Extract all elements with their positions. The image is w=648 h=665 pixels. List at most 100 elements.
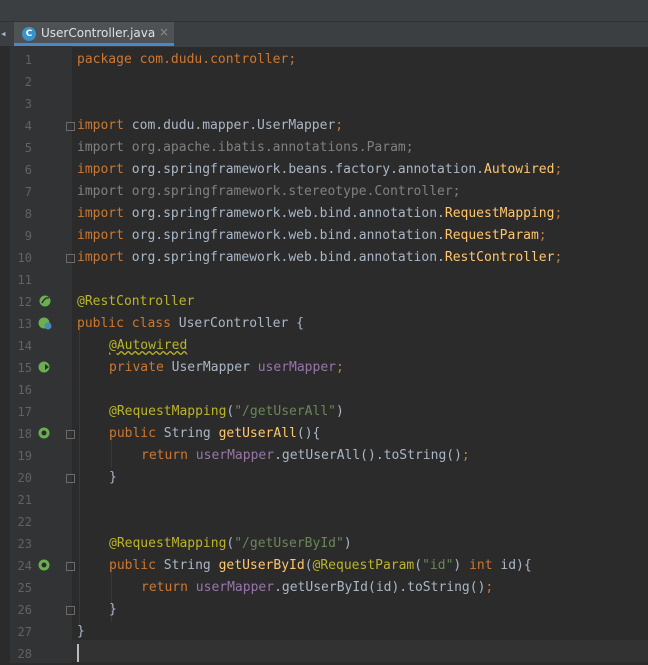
keyword: import <box>77 162 124 177</box>
paren: ) <box>453 558 470 573</box>
string-literal: "/getUserById" <box>234 536 344 551</box>
code-line-15: private UserMapper userMapper; <box>109 357 344 379</box>
line-number: 20 <box>17 471 32 485</box>
line-number: 24 <box>17 559 32 573</box>
line-number: 22 <box>17 515 32 529</box>
line-number: 2 <box>24 75 32 89</box>
code-line-12: @RestController <box>77 291 194 313</box>
unused-import: import org.springframework.stereotype.Co… <box>77 184 461 199</box>
keyword: public <box>109 558 156 573</box>
import-path: org.springframework.web.bind.annotation. <box>123 206 445 221</box>
editor-tab-bar: ◂ C UserController.java × <box>0 0 648 47</box>
code-line-19: return userMapper.getUserAll().toString(… <box>141 445 470 467</box>
class-declaration: UserController { <box>170 316 304 331</box>
code-line-5: import org.apache.ibatis.annotations.Par… <box>77 137 414 159</box>
annotation: @RequestMapping <box>109 536 227 551</box>
keyword: private <box>109 360 164 375</box>
java-class-icon: C <box>22 27 36 41</box>
fold-marker-icon[interactable] <box>66 474 75 483</box>
line-number: 12 <box>17 295 32 309</box>
paren: ( <box>304 558 313 573</box>
semicolon: ; <box>538 228 547 243</box>
close-tab-icon[interactable]: × <box>159 25 169 39</box>
keyword: int <box>469 558 493 573</box>
code-editor[interactable]: 1 2 3 4 5 6 7 8 9 10 11 12 13 14 15 16 1… <box>0 46 648 663</box>
import-path: org.springframework.web.bind.annotation. <box>123 228 445 243</box>
paren: ( <box>414 558 423 573</box>
keyword: public class <box>77 316 171 331</box>
semicolon: ; <box>335 118 344 133</box>
import-class: RequestMapping <box>444 206 555 221</box>
code-line-9: import org.springframework.web.bind.anno… <box>77 225 547 247</box>
line-number: 27 <box>17 625 32 639</box>
spring-bean-icon[interactable] <box>37 316 53 330</box>
code-line-20: } <box>109 467 117 489</box>
line-number: 23 <box>17 537 32 551</box>
type-name: String <box>155 426 219 441</box>
line-number: 26 <box>17 603 32 617</box>
keyword: return <box>141 580 188 595</box>
line-number: 18 <box>17 427 32 441</box>
semicolon: ; <box>485 580 494 595</box>
line-number: 19 <box>17 449 32 463</box>
code-line-13: public class UserController { <box>77 313 304 335</box>
string-literal: "/getUserAll" <box>234 404 336 419</box>
annotation: @RestController <box>77 294 195 309</box>
tab-usercontroller[interactable]: C UserController.java × <box>14 22 174 46</box>
line-number: 10 <box>17 251 32 265</box>
scroll-tabs-left-icon[interactable]: ◂ <box>0 25 8 43</box>
request-mapping-icon[interactable] <box>37 558 53 572</box>
field-name: userMapper <box>257 360 336 375</box>
code-line-6: import org.springframework.beans.factory… <box>77 159 562 181</box>
paren: ) <box>335 404 344 419</box>
type-name: UserMapper <box>163 360 258 375</box>
request-mapping-icon[interactable] <box>37 426 53 440</box>
method-chain: .getUserById(id).toString() <box>274 580 486 595</box>
keyword: package <box>77 52 132 67</box>
line-number: 11 <box>17 273 32 287</box>
fold-marker-icon[interactable] <box>66 562 75 571</box>
string-literal: "id" <box>422 558 454 573</box>
fold-marker-icon[interactable] <box>66 254 75 263</box>
closing-brace: } <box>77 624 85 639</box>
paren: ) <box>343 536 352 551</box>
code-line-26: } <box>109 599 117 621</box>
line-number: 1 <box>24 53 32 67</box>
import-path: org.springframework.beans.factory.annota… <box>123 162 484 177</box>
keyword: import <box>77 118 124 133</box>
semicolon: ; <box>336 360 344 375</box>
unused-import: import org.apache.ibatis.annotations.Par… <box>77 140 414 155</box>
line-number: 25 <box>17 581 32 595</box>
autowired-navigate-icon[interactable] <box>37 360 53 374</box>
method-name: getUserById <box>218 558 305 573</box>
field-name: userMapper <box>195 448 275 463</box>
field-name: userMapper <box>195 580 275 595</box>
current-line-highlight <box>72 640 648 662</box>
import-class: RestController <box>444 250 555 265</box>
semicolon: ; <box>554 206 563 221</box>
line-number: 21 <box>17 493 32 507</box>
type-name: String <box>155 558 219 573</box>
fold-marker-icon[interactable] <box>66 430 75 439</box>
spring-bean-icon[interactable] <box>37 294 53 308</box>
indent-guide <box>79 328 80 628</box>
line-gutter: 1 2 3 4 5 6 7 8 9 10 11 12 13 14 15 16 1… <box>0 46 75 663</box>
gutter-margin <box>0 46 10 663</box>
fold-marker-icon[interactable] <box>66 606 75 615</box>
method-params: (){ <box>296 426 321 441</box>
method-chain: .getUserAll().toString() <box>274 448 462 463</box>
text-cursor <box>77 644 79 662</box>
keyword: import <box>77 250 124 265</box>
annotation: @RequestMapping <box>109 404 227 419</box>
line-number: 6 <box>24 163 32 177</box>
line-number: 14 <box>17 339 32 353</box>
line-number: 4 <box>24 119 32 133</box>
import-class: Autowired <box>484 162 555 177</box>
code-line-4: import com.dudu.mapper.UserMapper; <box>77 115 343 137</box>
code-line-17: @RequestMapping("/getUserAll") <box>109 401 344 423</box>
fold-marker-icon[interactable] <box>66 122 75 131</box>
semicolon: ; <box>554 250 563 265</box>
code-line-8: import org.springframework.web.bind.anno… <box>77 203 562 225</box>
import-class: RequestParam <box>444 228 539 243</box>
import-path: com.dudu.mapper.UserMapper <box>123 118 336 133</box>
